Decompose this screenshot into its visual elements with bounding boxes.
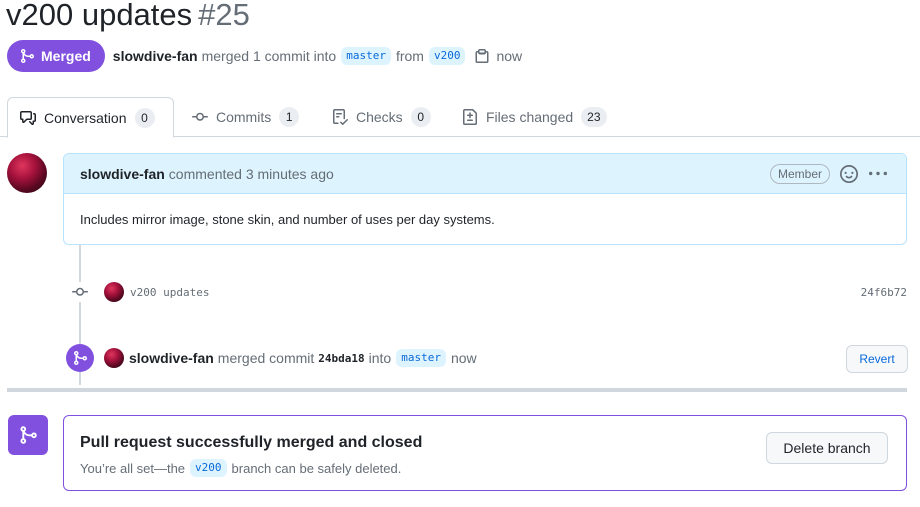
git-commit-icon [192, 112, 208, 121]
timeline-divider [7, 388, 907, 392]
commit-sha-link[interactable]: 24f6b72 [861, 286, 907, 299]
merge-status-sub-after: branch can be safely deleted. [231, 460, 402, 476]
tab-files-changed[interactable]: Files changed 23 [450, 97, 619, 137]
tab-files-changed-label: Files changed [486, 109, 574, 125]
checklist-icon [333, 109, 348, 125]
merge-commit-sha-link[interactable]: 24bda18 [318, 352, 364, 365]
pr-time: now [496, 48, 523, 64]
pr-comment: slowdive-fan commented 3 minutes ago Mem… [63, 153, 907, 245]
timeline-merge-event: slowdive-fan merged commit 24bda18 into … [66, 343, 908, 373]
comment-author-link[interactable]: slowdive-fan [80, 166, 165, 182]
tab-checks-count: 0 [410, 107, 431, 127]
tab-commits[interactable]: Commits 1 [180, 97, 311, 137]
deletable-branch-label[interactable]: v200 [190, 459, 227, 477]
kebab-horizontal-icon[interactable] [868, 165, 888, 183]
commit-message-link[interactable]: v200 updates [130, 286, 209, 299]
commit-node [70, 282, 90, 302]
timeline-commit: v200 updates 24f6b72 [70, 282, 910, 302]
merged-state-badge: Merged [7, 40, 105, 72]
comment-author-avatar[interactable] [7, 153, 47, 193]
merge-status-subtitle: You’re all set—the v200 branch can be sa… [80, 459, 401, 477]
merge-event-text: slowdive-fan merged commit 24bda18 into … [129, 349, 477, 367]
pr-author-link[interactable]: slowdive-fan [113, 48, 198, 64]
git-merge-icon [20, 426, 37, 444]
comment-discussion-icon [20, 110, 36, 125]
copy-icon[interactable] [474, 48, 490, 64]
tab-commits-count: 1 [279, 107, 300, 127]
merged-commit-text: merged commit [217, 350, 315, 366]
merge-author-avatar[interactable] [104, 348, 124, 368]
merge-status-title: Pull request successfully merged and clo… [80, 434, 423, 451]
head-branch-label[interactable]: v200 [428, 47, 466, 65]
merge-event-badge [66, 344, 94, 372]
file-diff-icon [463, 109, 477, 125]
comment-body: Includes mirror image, stone skin, and n… [80, 212, 495, 227]
tab-checks[interactable]: Checks 0 [320, 97, 443, 137]
git-commit-icon [72, 287, 88, 296]
commit-author-avatar[interactable] [104, 282, 124, 302]
smiley-icon[interactable] [840, 165, 858, 183]
merge-event-time: now [450, 350, 477, 366]
pr-status-text: slowdive-fan merged 1 commit into master… [113, 47, 522, 65]
tab-files-changed-count: 23 [581, 107, 607, 127]
merge-base-branch-label[interactable]: master [396, 349, 446, 367]
merged-commits-text: merged 1 commit into [201, 48, 337, 64]
merge-status-box: Pull request successfully merged and clo… [63, 415, 907, 491]
pr-title: v200 updates #25 [6, 0, 250, 36]
comment-meta[interactable]: commented 3 minutes ago [169, 166, 334, 182]
pr-number: #25 [198, 0, 250, 32]
tab-checks-label: Checks [356, 109, 403, 125]
pr-title-text: v200 updates [6, 0, 193, 32]
tab-conversation[interactable]: Conversation 0 [7, 97, 174, 138]
merge-status-sub-before: You’re all set—the [80, 460, 186, 476]
pr-tabs: Conversation 0 Commits 1 Checks 0 Files … [0, 97, 920, 138]
git-merge-icon [21, 49, 35, 63]
delete-branch-button[interactable]: Delete branch [766, 432, 888, 464]
tab-conversation-label: Conversation [44, 109, 127, 126]
into-text: into [368, 350, 392, 366]
merge-status-icon-box [8, 415, 48, 455]
base-branch-label[interactable]: master [341, 47, 391, 65]
git-merge-icon [74, 351, 88, 365]
merge-author-link[interactable]: slowdive-fan [129, 350, 214, 366]
tab-conversation-count: 0 [134, 107, 155, 128]
comment-header: slowdive-fan commented 3 minutes ago Mem… [64, 154, 906, 194]
member-badge: Member [769, 164, 830, 184]
revert-button[interactable]: Revert [846, 345, 908, 373]
pr-status-row: Merged slowdive-fan merged 1 commit into… [7, 40, 522, 72]
from-text: from [395, 48, 424, 64]
tab-commits-label: Commits [216, 109, 272, 125]
merged-state-label: Merged [41, 48, 91, 64]
